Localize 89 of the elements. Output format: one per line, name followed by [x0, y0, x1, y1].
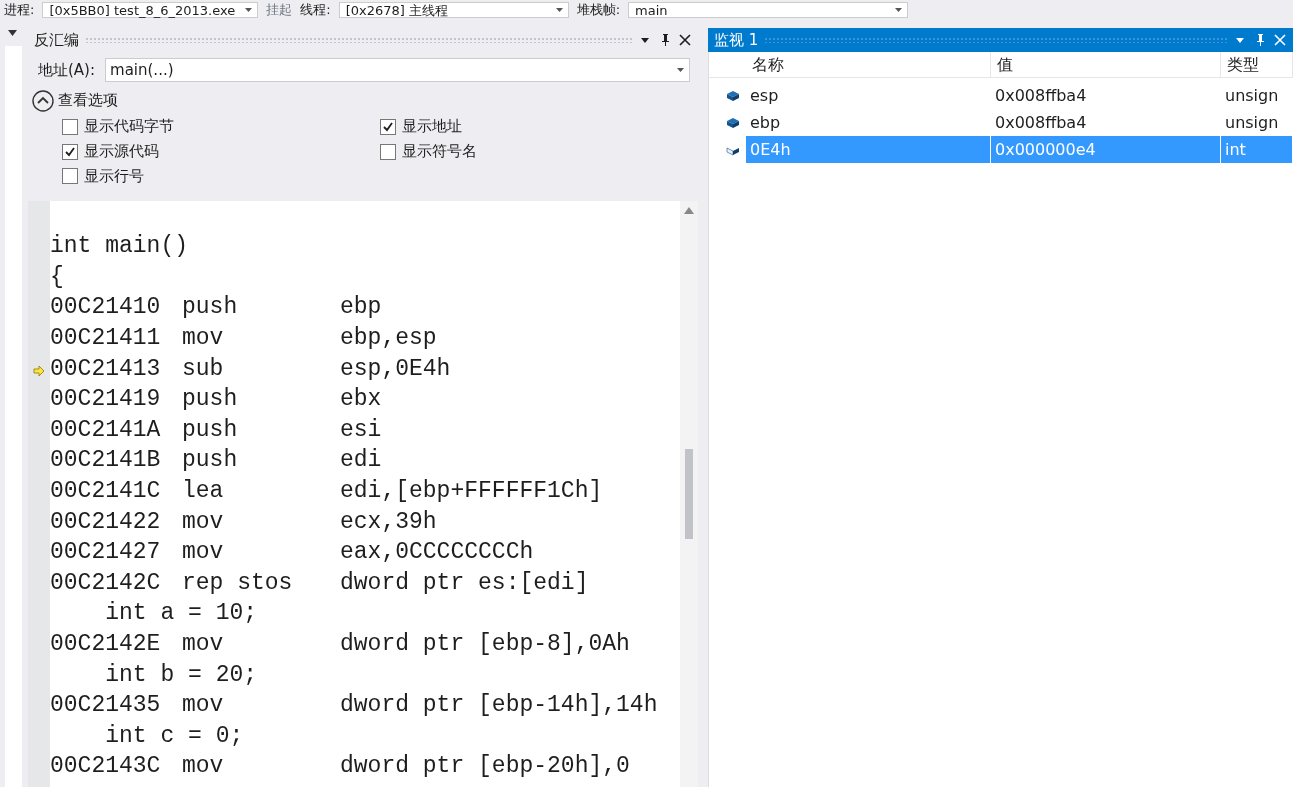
scroll-up-icon[interactable] [684, 207, 694, 215]
code-operands: dword ptr es:[edi] [340, 568, 589, 598]
code-operands: eax,0CCCCCCCCh [340, 538, 534, 568]
code-operands: edi,[ebp+FFFFFF1Ch] [340, 477, 603, 506]
source-line: int b = 20; [104, 660, 258, 690]
watch-name[interactable]: ebp [746, 109, 991, 136]
code-mnemonic: mov [182, 752, 225, 782]
code-operands: esi [340, 415, 382, 445]
checkbox-label: 显示符号名 [402, 141, 477, 161]
source-line: int a = 10; [104, 599, 258, 629]
thread-dropdown[interactable]: [0x2678] 主线程 [338, 2, 569, 18]
code-address: 00C21419 [50, 385, 162, 415]
close-icon[interactable] [678, 33, 692, 47]
watch-type: unsign [1224, 112, 1280, 134]
variable-icon [726, 89, 740, 102]
variable-icon [726, 116, 740, 129]
collapse-icon[interactable] [32, 90, 54, 112]
process-dropdown[interactable]: [0x5BB0] test_8_6_2013.exe [42, 2, 259, 18]
checkbox-label: 显示源代码 [84, 141, 159, 161]
dropdown-icon[interactable] [245, 8, 253, 12]
dropdown-icon[interactable] [8, 30, 17, 36]
code-mnemonic: lea [182, 477, 225, 506]
code-address: 00C2142C [50, 568, 162, 598]
code-address: 00C21422 [50, 507, 162, 537]
code-operands: ebp,esp [340, 324, 437, 354]
checkbox[interactable] [62, 168, 78, 185]
code-address: 00C2141C [50, 477, 162, 506]
code-mnemonic: mov [182, 507, 225, 537]
watch-value: 0x008ffba4 [994, 85, 1088, 107]
address-field[interactable]: main(...) [105, 58, 690, 82]
code-address: 00C2142E [50, 629, 162, 659]
options-title: 查看选项 [58, 91, 118, 111]
watch-type: unsign [1224, 85, 1280, 107]
source-line: int main() [50, 232, 189, 262]
checkbox-label: 显示代码字节 [84, 117, 174, 136]
code-operands: edi [340, 446, 382, 476]
code-operands: ebp [340, 293, 382, 323]
dropdown-icon[interactable] [555, 8, 563, 12]
code-mnemonic: push [182, 415, 239, 445]
dropdown-icon[interactable] [677, 68, 684, 72]
code-mnemonic: mov [182, 324, 225, 354]
source-line: { [50, 262, 64, 292]
column-header[interactable]: 值 [991, 52, 1221, 78]
code-mnemonic: mov [182, 629, 225, 659]
code-mnemonic: push [182, 293, 239, 323]
column-header[interactable]: 名称 [746, 52, 991, 78]
thread-label: 线程: [300, 2, 331, 18]
checkbox-label: 显示地址 [402, 117, 462, 136]
code-operands: dword ptr [ebp-20h],0 [340, 752, 630, 782]
panel-title: 反汇编 [34, 29, 79, 51]
code-address: 00C2143C [50, 752, 162, 782]
code-mnemonic: push [182, 385, 239, 415]
suspend-button[interactable]: 挂起 [266, 2, 293, 18]
checkbox[interactable] [380, 118, 396, 135]
code-mnemonic: rep stos [182, 568, 294, 598]
code-address: 00C21411 [50, 324, 162, 354]
code-address: 00C21435 [50, 691, 162, 721]
code-mnemonic: mov [182, 691, 225, 721]
code-operands: ecx,39h [340, 507, 437, 537]
stack-frame-label: 堆栈帧: [576, 2, 621, 18]
watch-type: int [1221, 136, 1293, 163]
code-address: 00C2141B [50, 446, 162, 476]
stack-frame-dropdown[interactable]: main [628, 2, 909, 18]
watch-name[interactable]: esp [746, 82, 991, 109]
code-address: 00C2141A [50, 415, 162, 445]
code-operands: dword ptr [ebp-14h],14h [340, 691, 658, 721]
checkbox-label: 显示行号 [84, 166, 144, 186]
address-label: 地址(A): [38, 59, 96, 81]
scrollbar[interactable] [680, 201, 698, 787]
watch-value: 0x000000e4 [991, 136, 1221, 163]
source-line: int c = 0; [104, 721, 244, 751]
checkbox[interactable] [380, 143, 396, 160]
column-header[interactable]: 类型 [1221, 52, 1293, 78]
code-operands: esp,0E4h [340, 354, 451, 384]
checkbox[interactable] [62, 143, 78, 160]
code-operands: dword ptr [ebp-8],0Ah [340, 629, 630, 659]
checkbox[interactable] [62, 118, 78, 135]
code-operands: ebx [340, 385, 382, 415]
code-mnemonic: sub [182, 354, 225, 384]
code-address: 00C21413 [50, 354, 162, 384]
code-address: 00C21427 [50, 538, 162, 568]
code-address: 00C21410 [50, 293, 162, 323]
dropdown-icon[interactable] [895, 8, 903, 12]
code-mnemonic: mov [182, 538, 225, 568]
watch-value: 0x008ffba4 [994, 112, 1088, 134]
scrollbar-thumb[interactable] [685, 449, 693, 540]
process-label: 进程: [4, 2, 35, 18]
panel-title: 监视 1 [714, 29, 759, 51]
code-mnemonic: push [182, 446, 239, 476]
